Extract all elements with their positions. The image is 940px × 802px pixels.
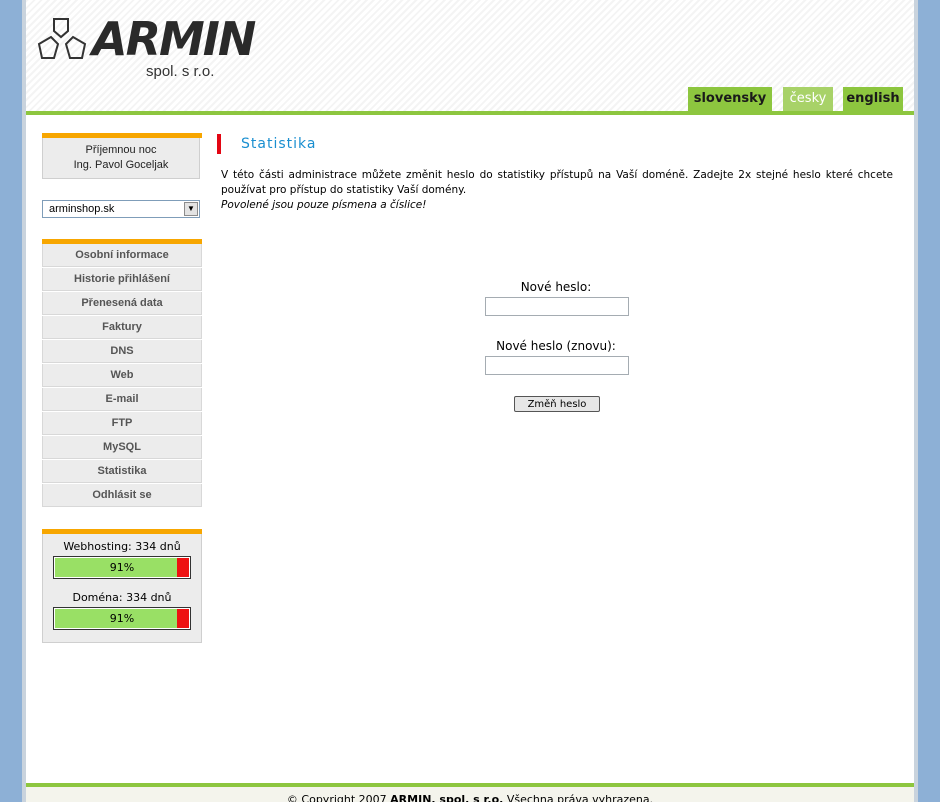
domain-percent: 91%	[109, 612, 135, 625]
domain-select-value: arminshop.sk	[49, 203, 115, 215]
sidebar-item-ftp[interactable]: FTP	[42, 412, 202, 435]
lang-english-button[interactable]: english	[843, 87, 903, 111]
lang-english-label: english	[846, 91, 900, 106]
sidebar-item-email[interactable]: E-mail	[42, 388, 202, 411]
welcome-greeting: Příjemnou noc	[85, 144, 157, 156]
sidebar-item-odhlasit[interactable]: Odhlásit se	[42, 484, 202, 507]
lang-cesky-label: česky	[789, 91, 827, 106]
sidebar-item-faktury[interactable]: Faktury	[42, 316, 202, 339]
sidebar-item-osobni-informace[interactable]: Osobní informace	[42, 244, 202, 267]
webhosting-progress-bar: 91%	[53, 556, 191, 579]
footer-rights: Všechna práva vyhrazena.	[506, 793, 654, 802]
welcome-user-name: Ing. Pavol Goceljak	[73, 159, 169, 171]
header: ARMIN spol. s r.o. slovensky česky engli…	[26, 0, 914, 111]
confirm-password-label: Nové heslo (znovu):	[496, 339, 616, 353]
welcome-box: Příjemnou noc Ing. Pavol Goceljak	[42, 138, 200, 179]
lang-cesky-button[interactable]: česky	[783, 87, 833, 111]
webhosting-percent: 91%	[109, 561, 135, 574]
sidebar-menu: Osobní informace Historie přihlášení Pře…	[42, 244, 202, 508]
domain-label: Doména: 334 dnů	[72, 591, 172, 604]
logo-icon	[37, 18, 87, 59]
intro-text: V této části administrace můžete změnit …	[221, 169, 893, 196]
sidebar-item-mysql[interactable]: MySQL	[42, 436, 202, 459]
hosting-status-box: Webhosting: 334 dnů 91% Doména: 334 dnů …	[42, 534, 202, 643]
logo-subtitle: spol. s r.o.	[146, 63, 215, 80]
change-password-button[interactable]: Změň heslo	[514, 396, 600, 412]
page-title: Statistika	[241, 136, 317, 152]
lang-slovensky-button[interactable]: slovensky	[688, 87, 772, 111]
new-password-label: Nové heslo:	[520, 280, 592, 294]
sidebar-item-prenesena-data[interactable]: Přenesená data	[42, 292, 202, 315]
sidebar-item-dns[interactable]: DNS	[42, 340, 202, 363]
lang-slovensky-label: slovensky	[693, 91, 767, 106]
logo-text: ARMIN	[92, 12, 256, 66]
domain-progress-bar: 91%	[53, 607, 191, 630]
password-note: Povolené jsou pouze písmena a číslice!	[221, 199, 427, 211]
domain-select[interactable]: arminshop.sk ▼	[42, 200, 200, 218]
footer-company: ARMIN, spol. s r.o.	[390, 793, 504, 802]
new-password-input[interactable]	[485, 297, 629, 316]
confirm-password-input[interactable]	[485, 356, 629, 375]
chevron-down-icon[interactable]: ▼	[184, 202, 198, 216]
footer-copyright: © Copyright 2007	[286, 793, 387, 802]
title-marker	[217, 134, 221, 154]
footer: © Copyright 2007 ARMIN, spol. s r.o. Vše…	[26, 787, 914, 802]
webhosting-label: Webhosting: 334 dnů	[63, 540, 181, 553]
sidebar-item-statistika[interactable]: Statistika	[42, 460, 202, 483]
header-divider	[26, 111, 914, 115]
page: ARMIN spol. s r.o. slovensky česky engli…	[26, 0, 914, 802]
sidebar-item-web[interactable]: Web	[42, 364, 202, 387]
sidebar-item-historie-prihlaseni[interactable]: Historie přihlášení	[42, 268, 202, 291]
